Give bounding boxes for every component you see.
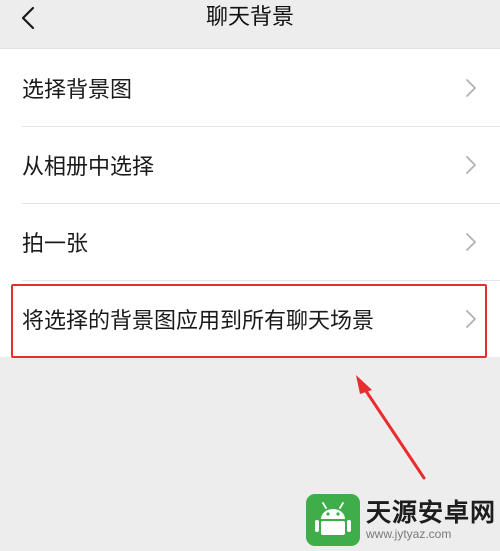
menu-item-choose-background[interactable]: 选择背景图 <box>0 49 500 126</box>
chevron-right-icon <box>466 309 476 328</box>
menu-item-label: 将选择的背景图应用到所有聊天场景 <box>22 308 375 334</box>
android-logo-icon <box>306 494 360 546</box>
settings-list: 选择背景图 从相册中选择 拍一张 将选择的背景图应用到所有聊天场景 <box>0 49 500 357</box>
chevron-right-icon <box>466 155 476 174</box>
page-title: 聊天背景 <box>205 5 294 30</box>
watermark: 天源安卓网 www.jytyaz.com <box>306 494 496 546</box>
menu-item-label: 拍一张 <box>22 231 89 257</box>
top-bar: 聊天背景 <box>0 0 500 49</box>
chevron-right-icon <box>466 78 476 97</box>
menu-item-label: 选择背景图 <box>22 77 133 103</box>
chevron-right-icon <box>466 232 476 251</box>
watermark-text: 天源安卓网 www.jytyaz.com <box>366 498 497 542</box>
watermark-name: 天源安卓网 <box>366 498 497 527</box>
watermark-url: www.jytyaz.com <box>366 527 452 541</box>
menu-item-apply-to-all-chats[interactable]: 将选择的背景图应用到所有聊天场景 <box>0 280 500 357</box>
menu-item-choose-from-album[interactable]: 从相册中选择 <box>0 126 500 203</box>
menu-item-take-photo[interactable]: 拍一张 <box>0 203 500 280</box>
menu-item-label: 从相册中选择 <box>22 154 155 180</box>
